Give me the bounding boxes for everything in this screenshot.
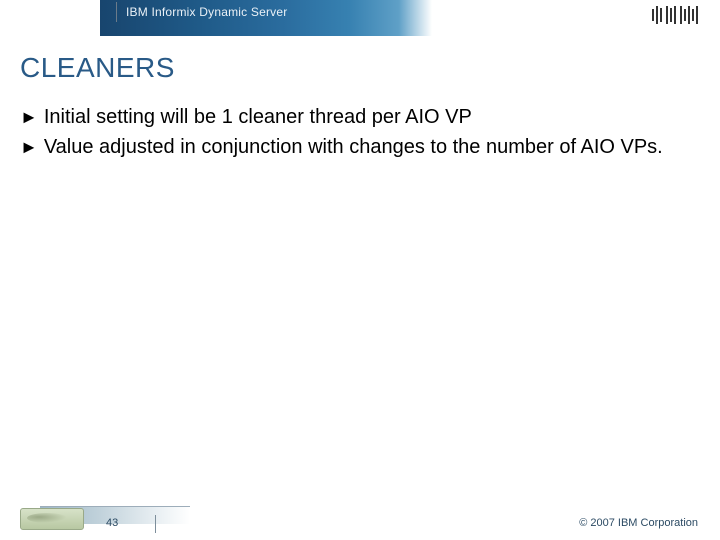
ibm-logo-icon (652, 6, 698, 24)
triangle-bullet-icon: ► (20, 104, 38, 130)
slide-title: CLEANERS (20, 52, 175, 84)
footer-divider (155, 515, 156, 533)
page-number: 43 (106, 517, 118, 529)
copyright-text: © 2007 IBM Corporation (579, 517, 698, 529)
slide-header: IBM Informix Dynamic Server (0, 0, 720, 36)
bullet-text: Value adjusted in conjunction with chang… (44, 134, 663, 160)
triangle-bullet-icon: ► (20, 134, 38, 160)
footer-decorative-chip (20, 508, 84, 530)
slide: IBM Informix Dynamic Server CLEANERS ► I… (0, 0, 720, 540)
header-product-label: IBM Informix Dynamic Server (126, 5, 287, 19)
bullet-item: ► Initial setting will be 1 cleaner thre… (20, 104, 696, 130)
header-divider (116, 2, 117, 22)
slide-footer: 43 © 2007 IBM Corporation (0, 506, 720, 540)
bullet-text: Initial setting will be 1 cleaner thread… (44, 104, 472, 130)
bullet-item: ► Value adjusted in conjunction with cha… (20, 134, 696, 160)
slide-body: ► Initial setting will be 1 cleaner thre… (20, 104, 696, 164)
